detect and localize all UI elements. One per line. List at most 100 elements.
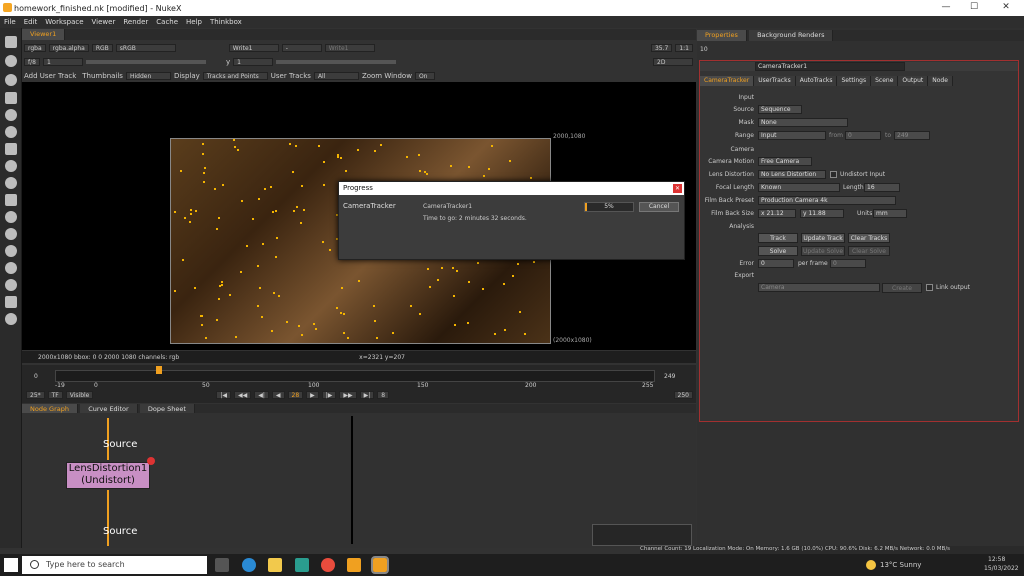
maximize-button[interactable]: ☐ [964, 2, 984, 12]
menu-cache[interactable]: Cache [156, 16, 178, 28]
film-back-preset-select[interactable]: Production Camera 4k [758, 196, 896, 205]
menu-workspace[interactable]: Workspace [45, 16, 83, 28]
update-solve-button[interactable]: Update Solve [801, 246, 845, 256]
step-field[interactable]: 8 [377, 391, 390, 399]
menu-edit[interactable]: Edit [24, 16, 38, 28]
other-tool-icon[interactable] [5, 296, 17, 308]
taskbar-search[interactable]: Type here to search [22, 556, 207, 574]
solve-button[interactable]: Solve [758, 246, 798, 256]
furnace-tool-icon[interactable] [5, 313, 17, 325]
display-select[interactable]: Tracks and Points [202, 72, 268, 80]
display-mode-select[interactable]: RGB [91, 44, 113, 52]
tf-select[interactable]: TF [47, 391, 63, 399]
tab-viewer1[interactable]: Viewer1 [22, 29, 66, 40]
filter-tool-icon[interactable] [5, 126, 17, 138]
gamma-slider[interactable] [276, 60, 397, 64]
transform-tool-icon[interactable] [5, 177, 17, 189]
channel-tool-icon[interactable] [5, 92, 17, 104]
fps-select[interactable]: 25* [26, 391, 45, 399]
edge-icon[interactable] [242, 558, 256, 572]
prev-frame-button[interactable]: ◀| [254, 391, 269, 399]
subtab-node[interactable]: Node [928, 76, 953, 86]
properties-count[interactable]: 10 [700, 46, 708, 53]
subtab-output[interactable]: Output [898, 76, 929, 86]
timeline-ruler[interactable] [55, 370, 655, 382]
gain-field[interactable]: 1 [42, 58, 83, 66]
next-key-button[interactable]: ▶▶ [339, 391, 357, 399]
windows-start-icon[interactable] [4, 558, 18, 572]
next-frame-button[interactable]: |▶ [321, 391, 337, 399]
playhead-marker[interactable] [156, 366, 162, 374]
toolsets-tool-icon[interactable] [5, 279, 17, 291]
zoom-window-select[interactable]: On [414, 72, 435, 80]
node-name-field[interactable]: CameraTracker1 [755, 62, 905, 71]
input-a-select[interactable]: Write1 [228, 44, 279, 52]
subtab-settings[interactable]: Settings [837, 76, 872, 86]
nuke-active-taskbar-icon[interactable] [371, 556, 389, 574]
play-backward-button[interactable]: ◀ [271, 391, 285, 399]
focal-length-select[interactable]: Known [758, 183, 840, 192]
link-output-checkbox[interactable] [926, 284, 933, 291]
image-tool-icon[interactable] [5, 36, 17, 48]
film-back-x-field[interactable]: x 21.12 [758, 209, 796, 218]
3d-tool-icon[interactable] [5, 194, 17, 206]
film-back-y-field[interactable]: y 11.88 [800, 209, 844, 218]
menu-help[interactable]: Help [186, 16, 202, 28]
visible-select[interactable]: Visible [65, 391, 94, 399]
first-frame-button[interactable]: |◀ [216, 391, 232, 399]
lens-distortion-select[interactable]: No Lens Distortion [758, 170, 826, 179]
source-select[interactable]: Sequence [758, 105, 802, 114]
zoom-field[interactable]: 35.7 [650, 44, 673, 52]
undistort-checkbox[interactable] [830, 171, 837, 178]
weather-text[interactable]: 13°C Sunny [880, 561, 921, 569]
ratio-select[interactable]: 1:1 [675, 44, 693, 52]
export-select[interactable]: Camera [758, 283, 880, 292]
clock-date[interactable]: 15/03/2022 [984, 565, 1019, 572]
clear-tracks-button[interactable]: Clear Tracks [848, 233, 890, 243]
subtab-usertracks[interactable]: UserTracks [754, 76, 796, 86]
menu-file[interactable]: File [4, 16, 16, 28]
view-2d-select[interactable]: 2D [653, 58, 693, 66]
clock-time[interactable]: 12:58 [988, 556, 1005, 563]
range-select[interactable]: Input [758, 131, 826, 140]
time-tool-icon[interactable] [5, 74, 17, 86]
merge-tool-icon[interactable] [5, 160, 17, 172]
views-tool-icon[interactable] [5, 245, 17, 257]
tab-properties[interactable]: Properties [697, 30, 747, 41]
to-field[interactable]: 249 [894, 131, 930, 140]
create-button[interactable]: Create [882, 283, 922, 293]
gain-slider[interactable] [85, 60, 206, 64]
node-graph-navigator[interactable] [592, 524, 692, 546]
last-frame-button[interactable]: ▶| [359, 391, 375, 399]
camera-motion-select[interactable]: Free Camera [758, 157, 812, 166]
gamma-field[interactable]: 1 [233, 58, 274, 66]
file-explorer-icon[interactable] [268, 558, 282, 572]
clear-solve-button[interactable]: Clear Solve [848, 246, 890, 256]
thumbnails-select[interactable]: Hidden [125, 72, 171, 80]
fstop-field[interactable]: f/8 [24, 58, 40, 66]
close-button[interactable]: ✕ [996, 2, 1016, 12]
menu-thinkbox[interactable]: Thinkbox [210, 16, 242, 28]
add-user-track-button[interactable]: Add User Track [24, 72, 76, 80]
update-track-button[interactable]: Update Track [801, 233, 845, 243]
nuke-taskbar-icon[interactable] [347, 558, 361, 572]
alpha-select[interactable]: rgba.alpha [48, 44, 89, 52]
deep-tool-icon[interactable] [5, 228, 17, 240]
menu-viewer[interactable]: Viewer [92, 16, 116, 28]
tab-background-renders[interactable]: Background Renders [749, 30, 834, 41]
menu-render[interactable]: Render [123, 16, 148, 28]
track-button[interactable]: Track [758, 233, 798, 243]
merge-op-select[interactable]: - [281, 44, 322, 52]
user-tracks-select[interactable]: All [313, 72, 359, 80]
draw-tool-icon[interactable] [5, 55, 17, 67]
minimize-button[interactable]: — [936, 2, 956, 12]
subtab-autotracks[interactable]: AutoTracks [795, 76, 838, 86]
from-field[interactable]: 0 [845, 131, 881, 140]
particles-tool-icon[interactable] [5, 211, 17, 223]
keyer-tool-icon[interactable] [5, 143, 17, 155]
metadata-tool-icon[interactable] [5, 262, 17, 274]
subtab-cameratracker[interactable]: CameraTracker [700, 76, 755, 86]
current-frame-field[interactable]: 28 [287, 391, 304, 399]
length-field[interactable]: 16 [864, 183, 900, 192]
units-select[interactable]: mm [873, 209, 907, 218]
